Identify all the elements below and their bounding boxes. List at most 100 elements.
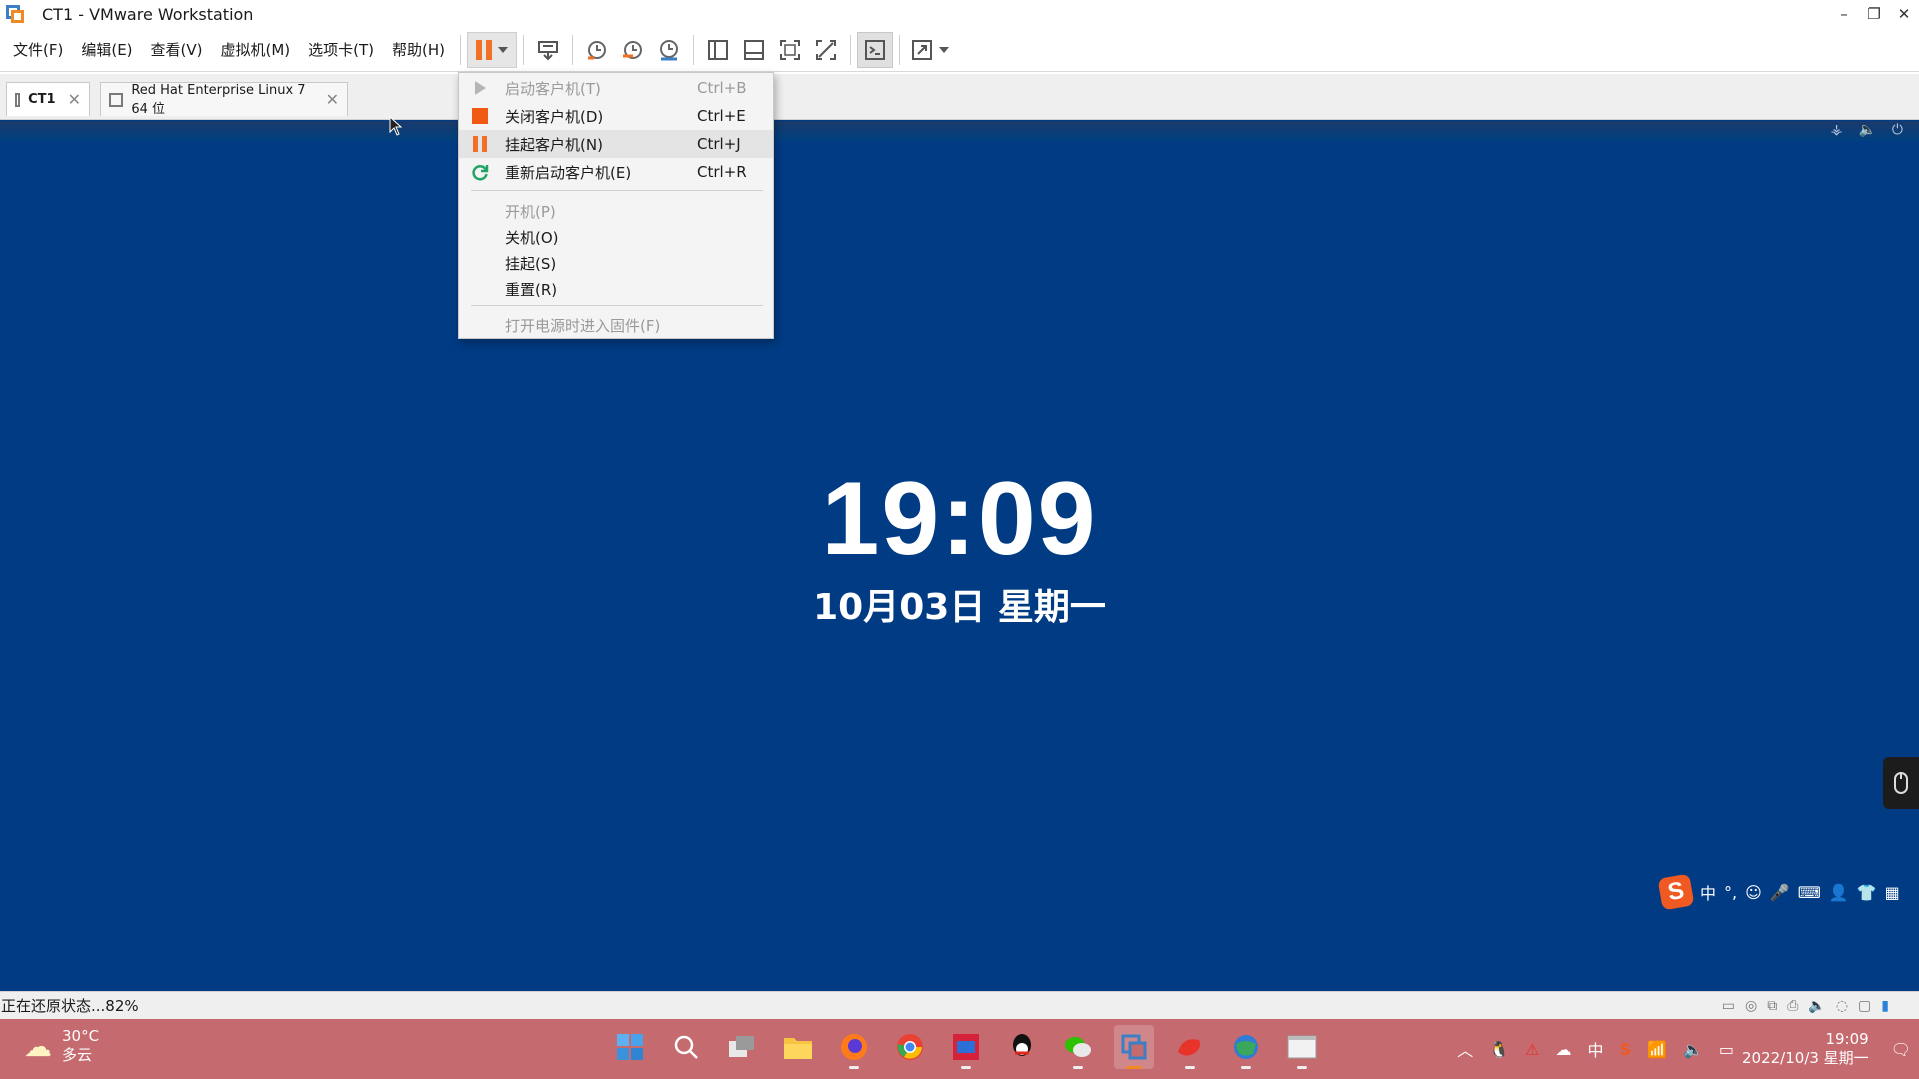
- show-library-button[interactable]: [700, 32, 736, 68]
- unity-icon: [816, 39, 837, 60]
- menu-item-shutdown-guest[interactable]: 关闭客户机(D) Ctrl+E: [459, 102, 773, 130]
- close-icon[interactable]: ✕: [326, 90, 339, 109]
- start-icon[interactable]: [610, 1025, 650, 1069]
- tray-time: 19:09: [1825, 1030, 1869, 1048]
- menu-view[interactable]: 查看(V): [142, 28, 212, 72]
- status-text: 正在还原状态...82%: [1, 997, 139, 1015]
- ime-keyboard-icon[interactable]: ⌨: [1798, 883, 1821, 902]
- menu-item-power-on[interactable]: 开机(P): [459, 197, 773, 225]
- weather-temp: 30°C: [62, 1027, 100, 1045]
- network-adapter-icon[interactable]: ⧉: [1767, 996, 1777, 1016]
- pause-icon: [476, 39, 493, 60]
- toolbar-separator: [523, 34, 525, 65]
- printer-icon[interactable]: ⎙: [1787, 996, 1798, 1016]
- wifi-icon[interactable]: 📶: [1647, 1040, 1667, 1059]
- qq-icon[interactable]: [1002, 1025, 1042, 1069]
- send-ctrl-alt-del-button[interactable]: [530, 32, 566, 68]
- close-icon[interactable]: ✕: [68, 90, 81, 109]
- toolbar-separator: [460, 34, 462, 65]
- task-view-icon[interactable]: [722, 1025, 762, 1069]
- sogou-logo-icon[interactable]: S: [1657, 873, 1695, 911]
- sound-card-icon[interactable]: 🔈: [1808, 996, 1825, 1016]
- ime-emoji-icon[interactable]: ☺: [1745, 883, 1762, 902]
- battery-icon[interactable]: ▭: [1719, 1040, 1734, 1059]
- minimize-button[interactable]: –: [1829, 0, 1859, 28]
- system-tray: ︿ 🐧 ⚠ ☁ 中 S 📶 🔈 ▭ 19:09 2022/10/3 星期一 🗨: [1449, 1019, 1919, 1079]
- taskbar-clock[interactable]: 19:09 2022/10/3 星期一: [1742, 1030, 1869, 1068]
- menu-item-restart-guest[interactable]: 重新启动客户机(E) Ctrl+R: [459, 158, 773, 186]
- window-title: CT1 - VMware Workstation: [42, 4, 254, 24]
- show-hidden-icons-icon[interactable]: ︿: [1457, 1037, 1473, 1061]
- speaker-icon[interactable]: 🔈: [1683, 1040, 1703, 1059]
- menu-item-reset[interactable]: 重置(R): [459, 275, 773, 303]
- app-icon[interactable]: [946, 1025, 986, 1069]
- side-handle[interactable]: [1883, 757, 1919, 809]
- weather-widget[interactable]: ☁ 30°C 多云: [24, 1027, 99, 1065]
- chevron-down-icon: [498, 46, 509, 53]
- full-screen-button[interactable]: [772, 32, 808, 68]
- revert-snapshot-button[interactable]: [615, 32, 651, 68]
- usb-icon[interactable]: ◌: [1836, 996, 1848, 1016]
- qq-tray-icon[interactable]: 🐧: [1489, 1040, 1509, 1059]
- cd-dvd-icon[interactable]: ◎: [1745, 996, 1757, 1016]
- network-icon: ⚶: [1830, 122, 1843, 138]
- thumbnail-bar-icon: [744, 39, 765, 60]
- lockscreen-date: 10月03日 星期一: [813, 587, 1106, 628]
- input-method-indicator[interactable]: 中: [1587, 1037, 1603, 1061]
- vmware-icon[interactable]: [1114, 1025, 1154, 1069]
- snapshot-manager-button[interactable]: [651, 32, 687, 68]
- ime-mode[interactable]: 中: [1700, 880, 1716, 904]
- menu-tabs[interactable]: 选项卡(T): [299, 28, 383, 72]
- menu-item-start-guest[interactable]: 启动客户机(T) Ctrl+B: [459, 74, 773, 102]
- ime-voice-icon[interactable]: 🎤: [1770, 883, 1790, 902]
- ime-user-icon[interactable]: 👤: [1829, 883, 1849, 902]
- display-icon[interactable]: ▢: [1858, 996, 1871, 1016]
- toolbar-separator: [850, 34, 852, 65]
- menu-bar: 文件(F) 编辑(E) 查看(V) 虚拟机(M) 选项卡(T) 帮助(H): [0, 28, 1919, 72]
- close-button[interactable]: ✕: [1889, 0, 1919, 28]
- chrome-icon[interactable]: [890, 1025, 930, 1069]
- menu-help[interactable]: 帮助(H): [383, 28, 454, 72]
- take-snapshot-button[interactable]: [579, 32, 615, 68]
- onedrive-icon[interactable]: ☁: [1555, 1040, 1571, 1059]
- app-window-icon[interactable]: [1282, 1025, 1322, 1069]
- menu-item-suspend[interactable]: 挂起(S): [459, 249, 773, 277]
- menu-item-power-off[interactable]: 关机(O): [459, 223, 773, 251]
- menu-separator: [471, 190, 763, 191]
- sogou-tray-icon[interactable]: S: [1620, 1040, 1632, 1059]
- thumbnail-bar-button[interactable]: [736, 32, 772, 68]
- menu-item-suspend-guest[interactable]: 挂起客户机(N) Ctrl+J: [459, 130, 773, 158]
- vm-status-icons: ⚶ 🔈 ⏻: [1831, 122, 1903, 138]
- tab-ct1[interactable]: CT1 ✕: [6, 82, 90, 116]
- hard-disk-icon[interactable]: ▭: [1722, 996, 1735, 1016]
- stretch-guest-button[interactable]: [906, 32, 954, 68]
- firefox-icon[interactable]: [834, 1025, 874, 1069]
- menu-vm[interactable]: 虚拟机(M): [212, 28, 300, 72]
- console-view-button[interactable]: [857, 31, 894, 68]
- file-explorer-icon[interactable]: [778, 1025, 818, 1069]
- menu-file[interactable]: 文件(F): [4, 28, 72, 72]
- menu-separator: [471, 305, 763, 306]
- toolbar-separator: [572, 34, 574, 65]
- snapshot-icon: [588, 40, 607, 59]
- app-red-icon[interactable]: [1170, 1025, 1210, 1069]
- notification-center-icon[interactable]: 🗨: [1891, 1040, 1911, 1059]
- power-pause-button[interactable]: [467, 31, 518, 68]
- app-tray-icon[interactable]: ⚠: [1525, 1040, 1539, 1059]
- unity-button[interactable]: [808, 32, 844, 68]
- app-globe-icon[interactable]: [1226, 1025, 1266, 1069]
- search-icon[interactable]: [666, 1025, 706, 1069]
- ime-tools-icon[interactable]: ▦: [1885, 883, 1900, 902]
- menu-edit[interactable]: 编辑(E): [72, 28, 141, 72]
- restore-button[interactable]: ❐: [1859, 0, 1889, 28]
- menu-item-power-on-to-firmware[interactable]: 打开电源时进入固件(F): [459, 311, 773, 339]
- message-icon[interactable]: ▮: [1881, 996, 1889, 1016]
- pause-icon: [471, 135, 489, 153]
- vm-icon: [15, 92, 21, 107]
- status-bar: 正在还原状态...82% ▭ ◎ ⧉ ⎙ 🔈 ◌ ▢ ▮: [0, 991, 1919, 1019]
- ime-skin-icon[interactable]: 👕: [1857, 883, 1877, 902]
- taskbar-apps: [610, 1025, 1322, 1069]
- ime-punctuation[interactable]: °,: [1724, 883, 1737, 902]
- wechat-icon[interactable]: [1058, 1025, 1098, 1069]
- tab-rhel7[interactable]: Red Hat Enterprise Linux 7 64 位 ✕: [100, 82, 348, 117]
